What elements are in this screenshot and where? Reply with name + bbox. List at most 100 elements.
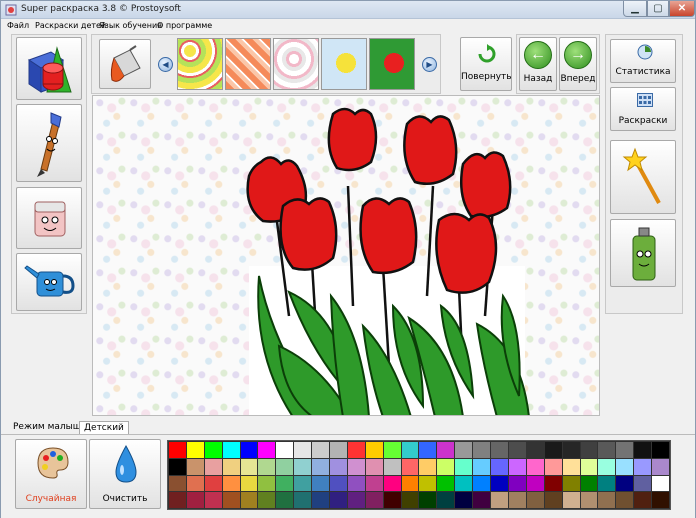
color-swatch[interactable] (419, 458, 437, 475)
tab-baby-mode[interactable]: Режим малыш (9, 421, 85, 435)
color-swatch[interactable] (419, 442, 437, 458)
thumbnail-2[interactable] (225, 38, 271, 90)
color-swatch[interactable] (276, 458, 294, 475)
color-swatch[interactable] (455, 458, 473, 475)
thumbnail-5[interactable] (369, 38, 415, 90)
color-swatch[interactable] (365, 475, 383, 492)
color-swatch[interactable] (240, 458, 258, 475)
color-swatch[interactable] (598, 475, 616, 492)
paint-bucket-button[interactable] (99, 39, 151, 89)
color-swatch[interactable] (401, 442, 419, 458)
forward-button[interactable]: → Вперед (559, 37, 597, 91)
color-swatch[interactable] (276, 442, 294, 458)
color-swatch[interactable] (437, 492, 455, 508)
color-swatch[interactable] (401, 492, 419, 508)
color-swatch[interactable] (401, 475, 419, 492)
color-swatch[interactable] (562, 442, 580, 458)
color-swatch[interactable] (365, 442, 383, 458)
color-swatch[interactable] (276, 492, 294, 508)
color-swatch[interactable] (222, 458, 240, 475)
color-swatch[interactable] (455, 442, 473, 458)
color-swatch[interactable] (652, 458, 669, 475)
color-swatch[interactable] (598, 458, 616, 475)
color-swatch[interactable] (276, 475, 294, 492)
color-swatch[interactable] (598, 442, 616, 458)
maximize-button[interactable]: ▢ (647, 1, 669, 17)
color-swatch[interactable] (240, 475, 258, 492)
color-swatch[interactable] (419, 492, 437, 508)
color-swatch[interactable] (580, 492, 598, 508)
color-swatch[interactable] (634, 458, 652, 475)
color-swatch[interactable] (186, 458, 204, 475)
color-swatch[interactable] (258, 442, 276, 458)
color-swatch[interactable] (616, 442, 634, 458)
color-swatch[interactable] (508, 475, 526, 492)
color-swatch[interactable] (473, 458, 491, 475)
color-swatch[interactable] (222, 492, 240, 508)
color-swatch[interactable] (634, 492, 652, 508)
color-swatch[interactable] (258, 492, 276, 508)
shapes-tool-button[interactable] (16, 37, 82, 100)
color-swatch[interactable] (169, 458, 186, 475)
color-swatch[interactable] (347, 458, 365, 475)
thumbnails-next-button[interactable]: ▶ (422, 57, 437, 72)
menu-file[interactable]: Файл (7, 21, 29, 30)
thumbnail-4[interactable] (321, 38, 367, 90)
color-swatch[interactable] (383, 475, 401, 492)
color-swatch[interactable] (473, 442, 491, 458)
color-swatch[interactable] (652, 492, 669, 508)
color-swatch[interactable] (473, 475, 491, 492)
color-swatch[interactable] (508, 492, 526, 508)
color-swatch[interactable] (240, 492, 258, 508)
color-swatch[interactable] (294, 475, 312, 492)
color-swatch[interactable] (437, 458, 455, 475)
color-swatch[interactable] (419, 475, 437, 492)
color-swatch[interactable] (312, 442, 330, 458)
color-swatch[interactable] (204, 458, 222, 475)
clear-button[interactable]: Очистить (89, 439, 161, 509)
statistics-button[interactable]: Статистика (610, 39, 676, 83)
color-swatch[interactable] (526, 492, 544, 508)
color-swatch[interactable] (330, 492, 347, 508)
color-swatch[interactable] (330, 442, 347, 458)
color-swatch[interactable] (437, 442, 455, 458)
back-button[interactable]: ← Назад (519, 37, 557, 91)
color-swatch[interactable] (365, 458, 383, 475)
color-swatch[interactable] (562, 492, 580, 508)
color-swatch[interactable] (562, 475, 580, 492)
tulips-picture[interactable] (93, 96, 600, 416)
color-swatch[interactable] (526, 442, 544, 458)
color-swatch[interactable] (508, 458, 526, 475)
color-swatch[interactable] (544, 492, 562, 508)
color-swatch[interactable] (383, 492, 401, 508)
color-swatch[interactable] (294, 442, 312, 458)
color-swatch[interactable] (169, 475, 186, 492)
menu-kids-coloring[interactable]: Раскраски детей (35, 21, 106, 30)
color-swatch[interactable] (294, 492, 312, 508)
color-swatch[interactable] (347, 475, 365, 492)
color-swatch[interactable] (401, 458, 419, 475)
color-swatch[interactable] (347, 492, 365, 508)
thumbnails-prev-button[interactable]: ◀ (158, 57, 173, 72)
color-swatch[interactable] (544, 475, 562, 492)
color-swatch[interactable] (240, 442, 258, 458)
watering-can-tool-button[interactable] (16, 253, 82, 311)
color-swatch[interactable] (580, 458, 598, 475)
color-swatch[interactable] (616, 475, 634, 492)
color-swatch[interactable] (491, 492, 508, 508)
color-swatch[interactable] (652, 475, 669, 492)
color-swatch[interactable] (330, 475, 347, 492)
color-swatch[interactable] (544, 458, 562, 475)
color-swatch[interactable] (312, 492, 330, 508)
color-swatch[interactable] (383, 458, 401, 475)
thumbnail-1[interactable] (177, 38, 223, 90)
brush-tool-button[interactable] (16, 104, 82, 182)
menu-language[interactable]: Язык обучения (99, 21, 162, 30)
color-swatch[interactable] (330, 458, 347, 475)
color-swatch[interactable] (169, 442, 186, 458)
color-swatch[interactable] (347, 442, 365, 458)
coloring-pages-button[interactable]: Раскраски (610, 87, 676, 131)
color-swatch[interactable] (204, 492, 222, 508)
tab-kids-mode[interactable]: Детский (79, 421, 129, 435)
color-swatch[interactable] (186, 442, 204, 458)
